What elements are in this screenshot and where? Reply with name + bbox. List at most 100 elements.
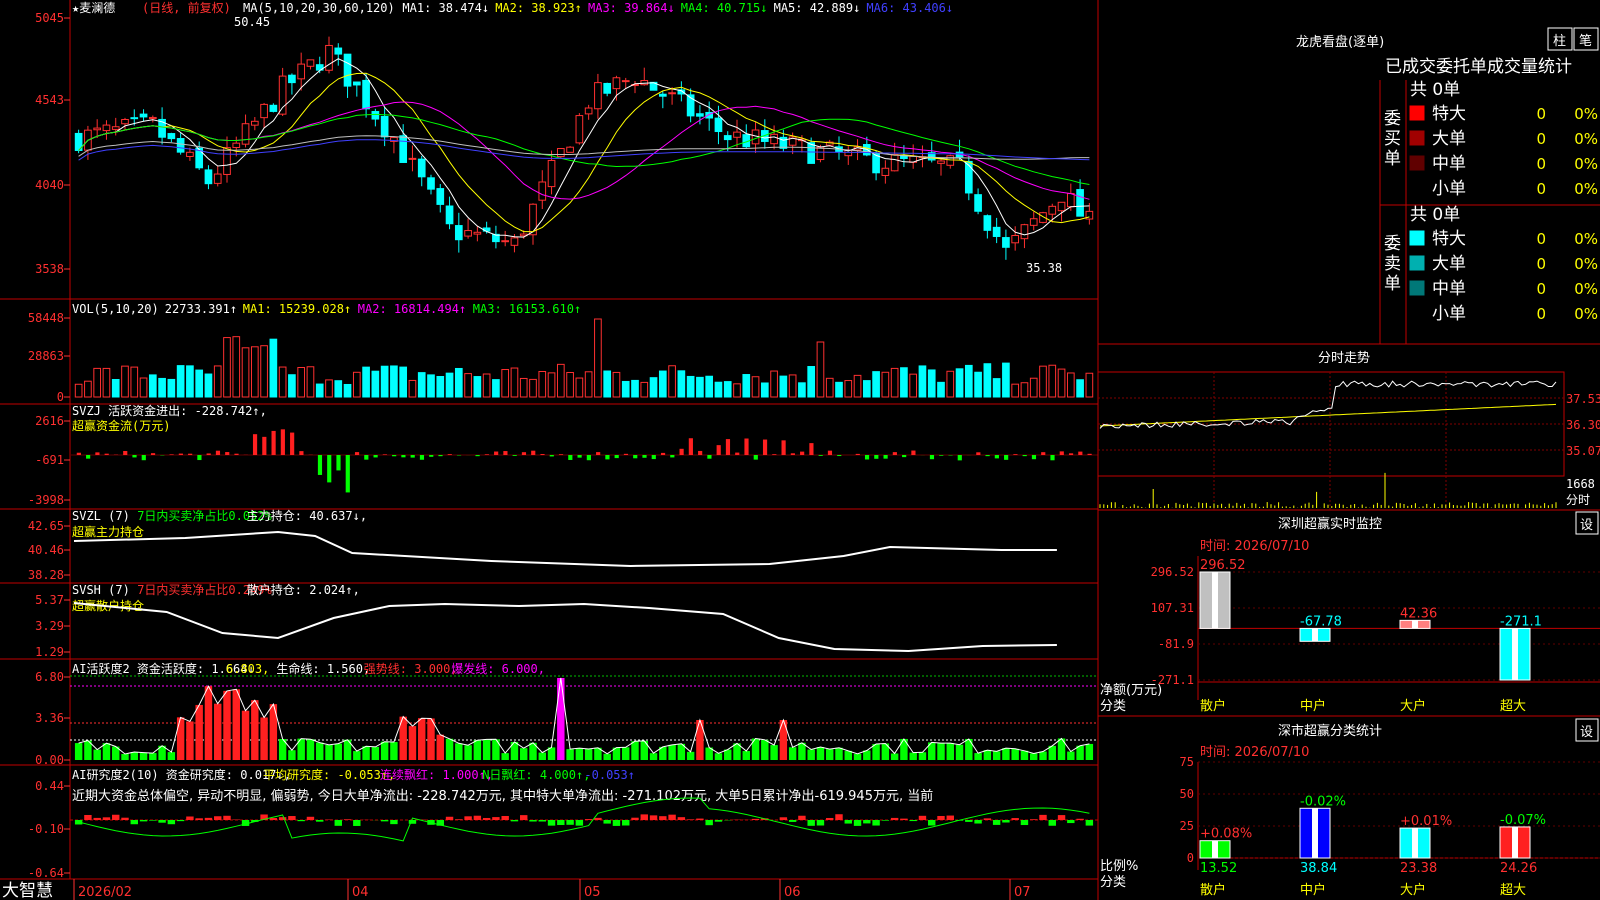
volume-panel[interactable]: VOL(5,10,20) 22733.391↑ MA1: 15239.028↑ MA2… [28,302,1094,404]
sz-monitor-title: 深圳超赢实时监控 [1278,516,1382,532]
volume-bar [84,380,92,398]
svzj-bar [929,455,935,460]
ai-research-bar [269,818,278,820]
ai-research-bar [816,820,825,826]
ai-active-bar [696,720,704,760]
candle-body [306,59,315,67]
volume-bar [213,365,222,398]
ai-research-bar [909,820,917,822]
svzl-panel[interactable]: SVZL (7) 7日内买卖净占比0.052%主力持仓: 40.637↓, 超赢主… [28,508,1057,582]
svzj-bar [1022,455,1027,457]
candle-body [148,116,157,120]
ma-legend-item-3: MA3: 39.864↓ [588,1,675,15]
axis-tick-label: 4543 [35,93,64,107]
volume-bar [241,347,250,398]
szc-value-label: 24.26 [1500,861,1537,876]
svzj-bar [994,455,999,459]
volume-bar [74,383,83,398]
candle-body [983,215,992,231]
svzj-bar [215,450,221,455]
ai-active-bar [946,743,954,760]
svzj-bar [605,455,610,460]
volume-bar [158,377,166,398]
volume-bar [779,375,788,398]
svzj-bar [280,429,285,455]
side-label-char: 买 [1384,129,1401,149]
air-legend-item-1: 平均研究度: -0.053↑, [263,767,395,782]
ai-research-bar [1002,820,1010,823]
svzj-bar [744,438,749,455]
svzj-bar [123,450,128,455]
candle-body [510,237,519,246]
candle-body [121,119,129,125]
intraday-panel[interactable]: 分时走势 37.53 36.30 35.07 1668 分时 [1097,350,1600,510]
ai-research-bar [890,817,899,820]
svzl-line [73,530,1057,568]
longhu-panel[interactable]: 龙虎看盘(逐单) 柱 笔 已成交委托单成交量统计 委买单共 0单特大 0 0%大单 0… [1296,27,1599,324]
ai-research-legend: AI研究度2(10) 资金研究度: 0.017↓,平均研究度: -0.053↑,… [72,767,635,782]
ai-active-bars-layer [70,675,1098,760]
ma-legend-item-0: MA(5,10,20,30,60,120) [243,1,395,15]
stock-name: ★麦澜德 [72,0,115,15]
ai-active-panel[interactable]: AI活跃度2 资金活跃度: 1.664↓6.803, 生命线: 1.560,强势线… [35,661,1098,767]
ai-research-bar [158,820,166,823]
ai-active-bar [937,743,945,760]
volume-bar [705,375,714,398]
ai-research-bar [557,820,565,826]
ai-active-bar [1030,753,1038,760]
ma-legend-item-5: MA5: 42.889↓ [774,1,861,15]
price-panel[interactable]: ★麦澜德 (日线, 前复权) 50.45 35.38 MA(5,10,20,30… [35,0,1094,276]
ai-active-bar [204,686,213,760]
volume-bar [139,377,148,398]
volume-bar [612,371,621,398]
ai-active-bar [974,753,982,760]
axis-tick-label: 1.29 [35,645,64,659]
svzj-bar [86,455,91,459]
svzj-bar [197,455,202,461]
volume-bar [825,377,834,398]
volume-bar [1002,362,1010,398]
svzj-bar [95,452,100,455]
szm-bar-highlight [1312,628,1318,642]
svzj-bar [790,453,795,455]
chart-canvas[interactable]: ★麦澜德 (日线, 前复权) 50.45 35.38 MA(5,10,20,30… [0,0,1600,900]
sz-monitor-panel[interactable]: 深圳超赢实时监控 设 时间: 2026/07/10 296.52 107.31 -8… [1100,511,1600,714]
ai-research-bar [353,820,361,826]
volume-bar [946,370,955,398]
volume-bar [733,383,741,398]
ai-active-bar [770,745,778,760]
ai-research-bar [482,817,491,820]
ai-active-bar [890,753,899,760]
ai-active-bar [149,753,157,760]
candle-body [1020,224,1029,240]
volume-bar [176,365,185,398]
svzj-bar [429,455,434,457]
row-label: 小单 [1432,179,1466,199]
svzj-panel[interactable]: SVZJ 活跃资金进出: -228.742↑, 超赢资金流(万元) 2616 -6… [28,403,1098,507]
ai-active-bar [1039,751,1047,760]
volume-bar [1020,382,1029,398]
candle-body [343,53,352,87]
row-swatch [1409,305,1425,321]
ai-active-bar [436,734,444,760]
row-swatch [1409,155,1425,171]
volume-bar [547,372,556,398]
ai-research-bars-layer [70,797,1098,842]
sz-classify-panel[interactable]: 深市超赢分类统计 设 时间: 2026/07/10 75 50 25 0 比例%分类 +0… [1100,718,1600,898]
ai-research-bar [492,817,500,820]
ai-research-bar [1039,814,1047,820]
axis-tick-label: 40.46 [28,543,64,557]
svsh-panel[interactable]: SVSH (7) 7日内买卖净占比0.249%散户持仓: 2.024↑, 超赢散户… [35,582,1057,659]
svzj-bar [410,455,415,458]
row-pct: 0% [1574,255,1598,273]
svzl-legend-item-0: SVZL (7) [72,509,130,523]
svzj-bar [855,453,860,455]
candle-body [1048,205,1057,215]
svzj-bar [484,454,489,455]
ai-research-panel[interactable]: AI研究度2(10) 资金研究度: 0.017↓,平均研究度: -0.053↑,… [28,767,1098,880]
volume-bar [195,369,204,398]
volume-bar [844,380,853,398]
candle-body [232,142,241,148]
candle-body [946,155,955,166]
volume-bar [788,374,797,398]
